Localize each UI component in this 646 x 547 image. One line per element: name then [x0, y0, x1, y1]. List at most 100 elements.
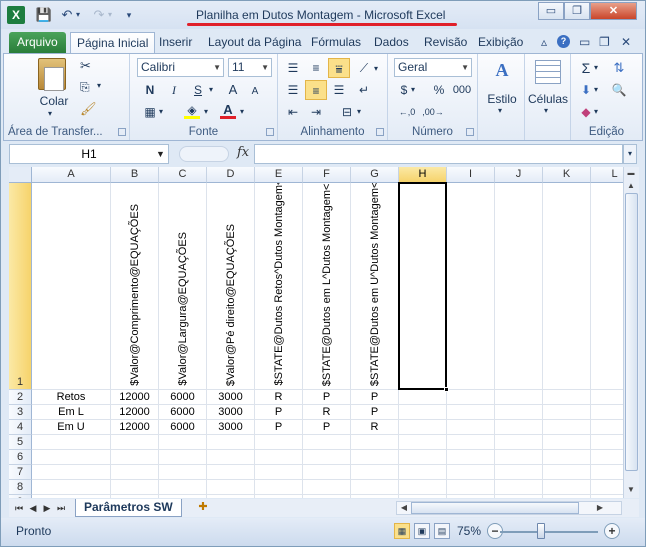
cell-f5[interactable]	[303, 435, 351, 450]
cell-a3[interactable]: Em L	[32, 405, 111, 420]
column-header-d[interactable]: D	[207, 167, 255, 183]
cell-b8[interactable]	[111, 480, 159, 495]
cell-b6[interactable]	[111, 450, 159, 465]
minimize-ribbon-icon[interactable]: ▵	[541, 35, 547, 49]
paste-dropdown-icon[interactable]: ▾	[48, 109, 52, 118]
cell-h6[interactable]	[399, 450, 447, 465]
minimize-button[interactable]: ▭	[538, 2, 564, 20]
cell-k4[interactable]	[543, 420, 591, 435]
column-header-f[interactable]: F	[303, 167, 351, 183]
row-header-3[interactable]: 3	[9, 405, 32, 420]
font-name-combo[interactable]: Calibri ▼	[137, 58, 224, 77]
paste-button-label[interactable]: Colar	[38, 94, 70, 108]
column-header-e[interactable]: E	[255, 167, 303, 183]
cell-k2[interactable]	[543, 390, 591, 405]
cell-j5[interactable]	[495, 435, 543, 450]
align-center-icon[interactable]: ≡	[305, 80, 327, 100]
column-header-l[interactable]: L	[591, 167, 623, 183]
cell-a5[interactable]	[32, 435, 111, 450]
cell-b1[interactable]: $Valor@Comprimento@EQUAÇÕES	[111, 183, 159, 390]
column-header-b[interactable]: B	[111, 167, 159, 183]
cell-g6[interactable]	[351, 450, 399, 465]
align-middle-icon[interactable]: ≡	[305, 58, 327, 78]
cell-d8[interactable]	[207, 480, 255, 495]
cell-e8[interactable]	[255, 480, 303, 495]
styles-button-label[interactable]: Estilo	[481, 92, 523, 106]
cell-l4[interactable]	[591, 420, 623, 435]
cell-d7[interactable]	[207, 465, 255, 480]
row-header-1[interactable]: 1	[9, 183, 32, 390]
cell-d9[interactable]	[207, 495, 255, 498]
last-sheet-icon[interactable]: ⏭	[55, 501, 67, 515]
first-sheet-icon[interactable]: ⏮	[13, 501, 25, 515]
cell-f9[interactable]	[303, 495, 351, 498]
cell-a9[interactable]	[32, 495, 111, 498]
increase-indent-icon[interactable]: ⇥	[305, 102, 327, 122]
cells-dropdown-icon[interactable]: ▾	[544, 106, 548, 115]
insert-function-button[interactable]: fx	[237, 145, 249, 160]
cell-i8[interactable]	[447, 480, 495, 495]
cell-g3[interactable]: P	[351, 405, 399, 420]
cell-i4[interactable]	[447, 420, 495, 435]
cell-f2[interactable]: P	[303, 390, 351, 405]
fill-color-icon[interactable]: ◈	[181, 100, 203, 120]
cell-a7[interactable]	[32, 465, 111, 480]
row-header-5[interactable]: 5	[9, 435, 32, 450]
cell-g2[interactable]: P	[351, 390, 399, 405]
insert-sheet-icon[interactable]: ✚	[193, 500, 213, 515]
font-size-combo[interactable]: 11 ▼	[228, 58, 272, 77]
cell-c2[interactable]: 6000	[159, 390, 207, 405]
cell-e7[interactable]	[255, 465, 303, 480]
tab-exibicao[interactable]: Exibição	[472, 32, 529, 53]
align-left-icon[interactable]: ☰	[282, 80, 304, 100]
tab-pagina-inicial[interactable]: Página Inicial	[70, 32, 156, 53]
cell-k5[interactable]	[543, 435, 591, 450]
font-color-dropdown-icon[interactable]: ▾	[237, 102, 247, 122]
cell-b7[interactable]	[111, 465, 159, 480]
row-header-4[interactable]: 4	[9, 420, 32, 435]
cell-f7[interactable]	[303, 465, 351, 480]
horizontal-scrollbar[interactable]: ◀ ▶	[396, 501, 622, 515]
sheet-tab-parametros-sw[interactable]: Parâmetros SW	[75, 499, 182, 517]
cell-k7[interactable]	[543, 465, 591, 480]
cell-l5[interactable]	[591, 435, 623, 450]
horizontal-scroll-thumb[interactable]	[411, 502, 579, 514]
cell-k6[interactable]	[543, 450, 591, 465]
undo-dropdown-icon[interactable]: ▾	[73, 6, 83, 24]
spreadsheet-grid[interactable]: ABCDEFGHIJKL 123456789 $Valor@Compriment…	[9, 167, 623, 498]
cell-j8[interactable]	[495, 480, 543, 495]
formula-input[interactable]	[254, 144, 623, 164]
copy-icon[interactable]: ⎘	[80, 80, 90, 95]
align-right-icon[interactable]: ☰	[328, 80, 350, 100]
cell-k3[interactable]	[543, 405, 591, 420]
cell-d5[interactable]	[207, 435, 255, 450]
cell-e6[interactable]	[255, 450, 303, 465]
cell-k1[interactable]	[543, 183, 591, 390]
orientation-dropdown-icon[interactable]: ▾	[371, 59, 381, 79]
cell-l2[interactable]	[591, 390, 623, 405]
fill-color-dropdown-icon[interactable]: ▾	[201, 102, 211, 122]
cell-c6[interactable]	[159, 450, 207, 465]
decrease-indent-icon[interactable]: ⇤	[282, 102, 304, 122]
cell-b3[interactable]: 12000	[111, 405, 159, 420]
cell-d3[interactable]: 3000	[207, 405, 255, 420]
currency-dropdown-icon[interactable]: ▾	[408, 80, 418, 100]
cell-d6[interactable]	[207, 450, 255, 465]
thousands-button[interactable]: 000	[451, 80, 473, 100]
cell-i9[interactable]	[447, 495, 495, 498]
vertical-scrollbar[interactable]: ▬ ▲ ▼	[623, 167, 639, 498]
cell-b2[interactable]: 12000	[111, 390, 159, 405]
vertical-scroll-thumb[interactable]	[625, 193, 638, 471]
cell-g8[interactable]	[351, 480, 399, 495]
next-sheet-icon[interactable]: ▶	[41, 501, 53, 515]
cell-i1[interactable]	[447, 183, 495, 390]
borders-dropdown-icon[interactable]: ▾	[156, 102, 166, 122]
cell-a1[interactable]	[32, 183, 111, 390]
zoom-slider-knob[interactable]	[537, 523, 545, 539]
font-color-icon[interactable]: A	[217, 100, 239, 120]
alignment-launcher-icon[interactable]	[376, 128, 384, 136]
tab-dados[interactable]: Dados	[368, 32, 415, 53]
row-header-9[interactable]: 9	[9, 495, 32, 498]
restore-button[interactable]: ❐	[564, 2, 590, 20]
column-header-j[interactable]: J	[495, 167, 543, 183]
